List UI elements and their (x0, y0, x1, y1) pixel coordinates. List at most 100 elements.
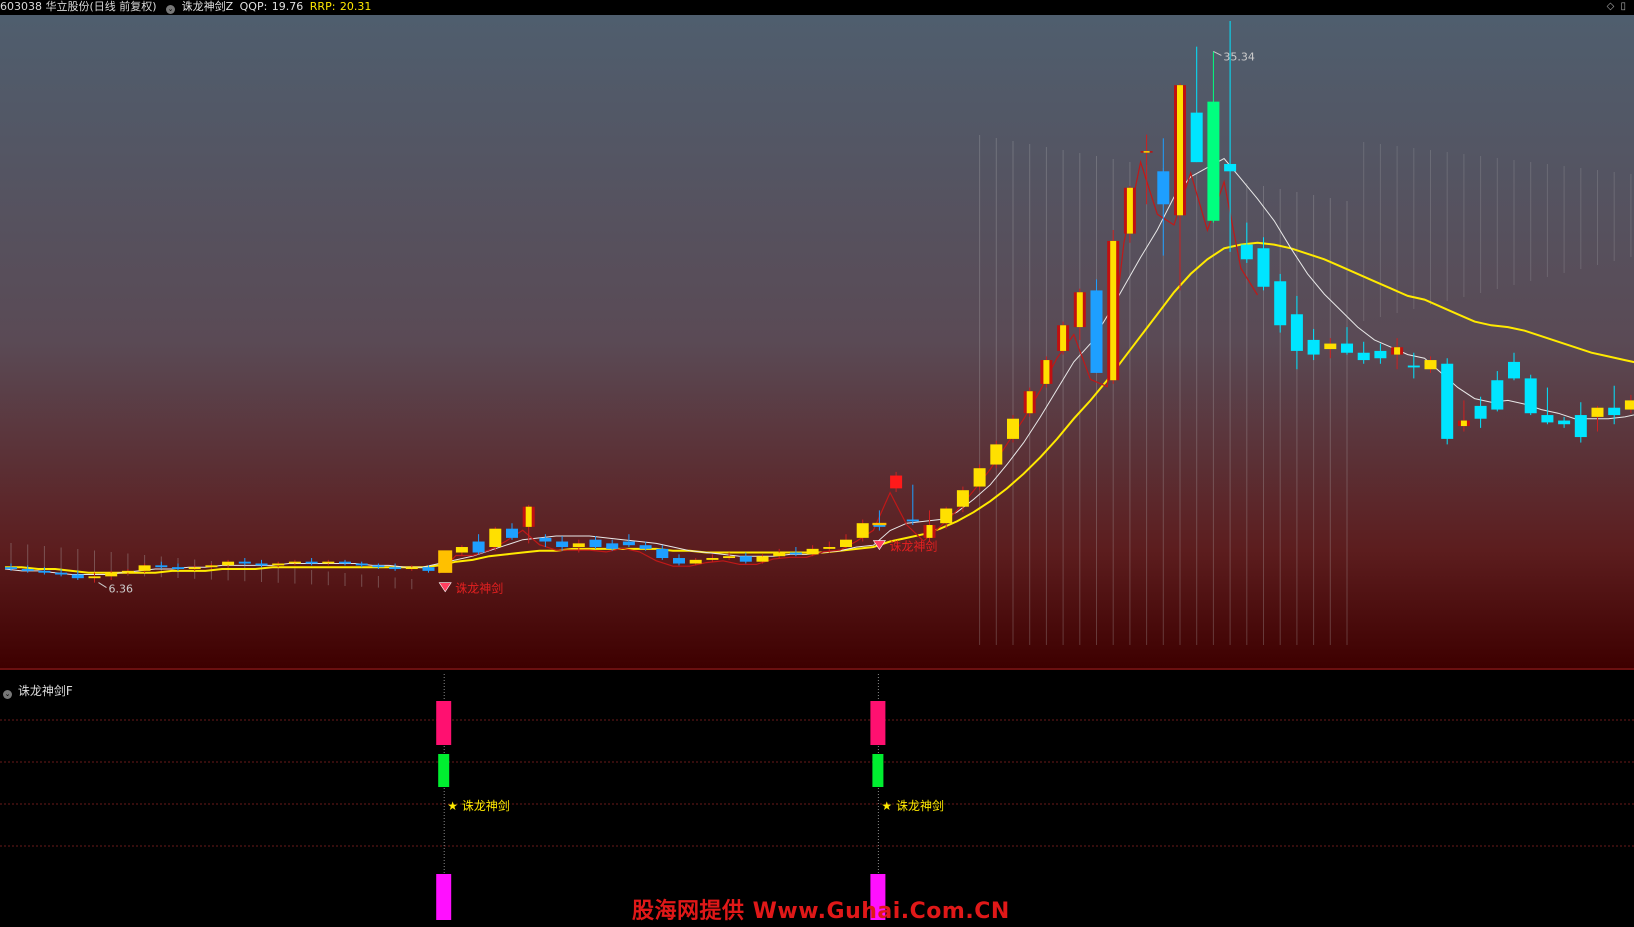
collapse-icon[interactable]: ⌄ (166, 5, 176, 14)
candle-body (1190, 112, 1203, 163)
high-price-label: 35.34 (1223, 50, 1255, 63)
candle-body (656, 548, 669, 559)
candle-body (1460, 420, 1467, 427)
candle-body (422, 567, 435, 571)
candle-body (355, 563, 368, 566)
candle-body (455, 547, 468, 553)
sub-panel-header: ⌄ 诛龙神剑F (0, 682, 73, 699)
candle-body (121, 570, 134, 573)
candle-body (155, 565, 168, 568)
candle-body (1424, 360, 1437, 370)
candle-body (840, 539, 852, 548)
candle-body (572, 543, 585, 548)
candle-body (405, 567, 418, 570)
candle-body (1441, 363, 1454, 439)
sub-signal-label: ★ 诛龙神剑 (881, 798, 944, 813)
candle-body (1491, 380, 1504, 410)
candle-body (1043, 360, 1050, 384)
candle-body (773, 552, 786, 557)
candle-body (105, 572, 118, 577)
candle-body (589, 539, 602, 548)
candle-body (1324, 343, 1337, 350)
signal-box (438, 550, 453, 573)
candle-body (188, 567, 201, 570)
candle-body (673, 558, 685, 564)
candle-body (71, 574, 84, 579)
candle-body (339, 561, 351, 564)
sub-bar-magenta (436, 874, 452, 920)
sub-chart-svg[interactable]: ★ 诛龙神剑 ★ 诛龙神剑 (0, 670, 1634, 923)
ma-white-line (4, 157, 1634, 575)
candle-body (890, 475, 903, 489)
sub-bar-pink (436, 701, 452, 745)
collapse-icon-sub[interactable]: ⌄ (3, 690, 12, 699)
ma-yellow-line (5, 241, 1634, 574)
window-icon[interactable]: ▯ (1620, 1, 1626, 12)
candle-body (38, 570, 51, 573)
candle-body (1307, 339, 1320, 355)
candle-body (21, 569, 34, 571)
window-control-icons[interactable]: ◇ ▯ (1607, 0, 1629, 14)
candle-body (1207, 101, 1220, 221)
candle-body (606, 543, 619, 549)
sub-chart-panel[interactable]: ★ 诛龙神剑 ★ 诛龙神剑 (0, 670, 1634, 923)
diamond-icon (872, 540, 886, 551)
candle-body (806, 548, 819, 555)
candle-body (1026, 391, 1033, 414)
candle-body (723, 556, 736, 559)
candle-body (1060, 325, 1067, 351)
candle-body (856, 523, 869, 538)
candle-body (88, 576, 101, 579)
qqp-label: QQP: (239, 0, 268, 13)
candle-body (288, 561, 301, 564)
candle-body (1394, 347, 1401, 355)
candle-body (1624, 400, 1634, 410)
candle-body (823, 547, 836, 549)
header-bar: 603038 华立股份(日线 前复权) ⌄ 诛龙神剑Z QQP: 19.76 R… (0, 0, 1634, 15)
candle-body (1143, 151, 1150, 153)
candle-body (1474, 405, 1487, 419)
candle-body (556, 541, 569, 548)
candle-body (539, 537, 552, 542)
candle-body (1257, 248, 1270, 287)
candle-body (990, 444, 1003, 465)
candle-body (1126, 187, 1133, 234)
rrp-label: RRP: (309, 0, 336, 13)
main-chart-panel[interactable]: 35.34 6.36 诛龙神剑 诛龙神剑 (0, 15, 1634, 668)
main-chart-svg[interactable]: 35.346.36 诛龙神剑诛龙神剑 (0, 15, 1634, 668)
signal-label: 诛龙神剑 (455, 581, 503, 596)
candle-body (706, 558, 719, 560)
candle-body (255, 563, 268, 566)
diamond-icon (438, 582, 452, 593)
candle-body (1177, 85, 1183, 216)
candle-body (639, 545, 652, 549)
candle-body (472, 541, 485, 553)
candle-body (1007, 418, 1019, 439)
candle-body (1524, 378, 1537, 414)
candle-body (1508, 361, 1520, 379)
candle-body (622, 541, 635, 546)
candle-body (1341, 343, 1353, 353)
indicator-name: 诛龙神剑Z (181, 0, 234, 13)
candle-body (1274, 281, 1287, 326)
candle-body (1290, 314, 1303, 351)
candle-body (1090, 290, 1103, 373)
diamond-icon[interactable]: ◇ (1607, 1, 1615, 12)
sub-panel-title: 诛龙神剑F (17, 684, 73, 698)
candle-body (238, 561, 251, 564)
candle-body (1558, 420, 1571, 425)
candle-body (739, 556, 752, 562)
stock-title: 603038 华立股份(日线 前复权) (0, 0, 157, 13)
qqp-value: 19.76 (271, 0, 304, 13)
candle-body (1224, 163, 1237, 172)
candle-body (322, 561, 335, 564)
candle-body (305, 561, 318, 564)
candle-body (272, 563, 285, 566)
candle-body (956, 490, 969, 507)
sub-bar-pink (870, 701, 886, 745)
candle-body (1541, 415, 1554, 423)
candle-body (506, 528, 518, 538)
high-pointer (1213, 50, 1222, 56)
low-price-label: 6.36 (109, 583, 134, 596)
candle-body (138, 565, 151, 571)
